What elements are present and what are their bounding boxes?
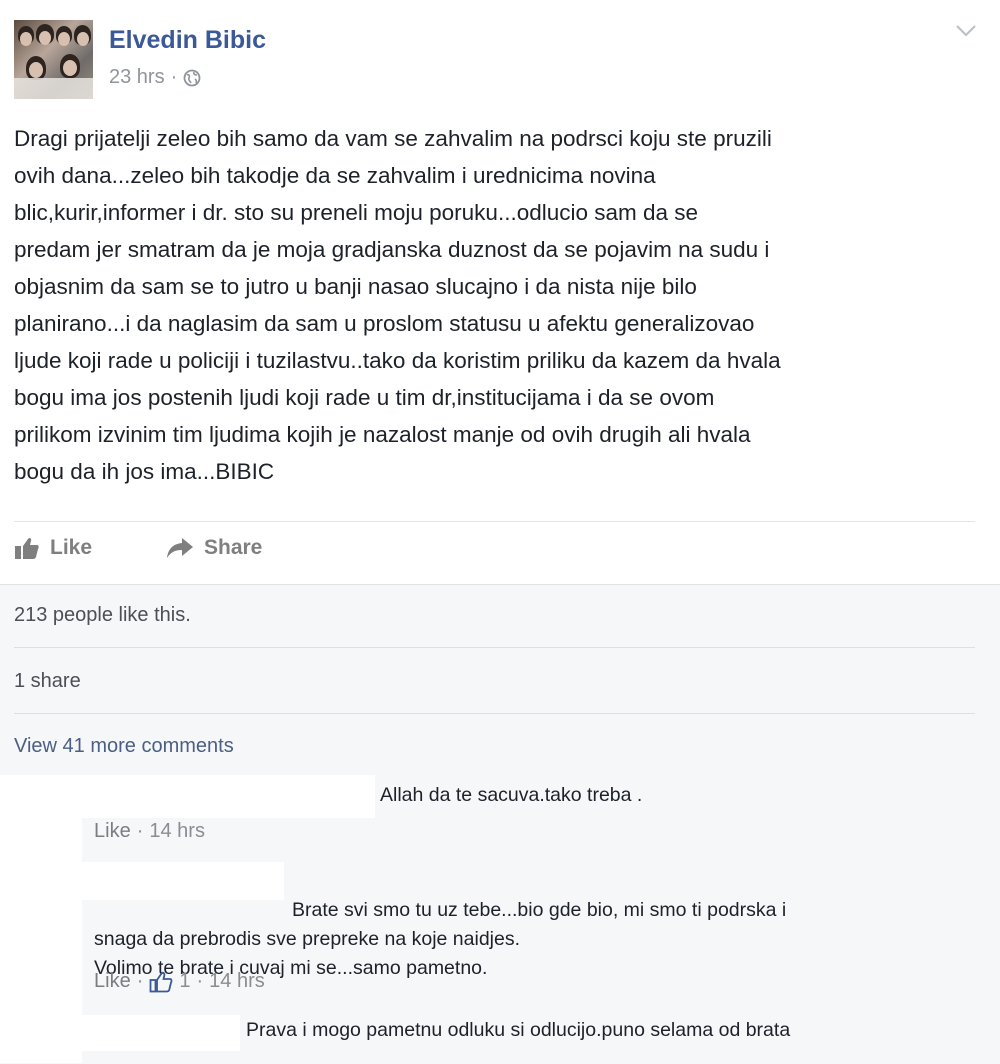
chevron-down-icon[interactable] — [955, 24, 977, 38]
post-card: Elvedin Bibic 23 hrs · Dragi prijatelji … — [0, 0, 1000, 584]
meta-separator: · — [136, 970, 144, 992]
comment-time[interactable]: 14 hrs — [149, 820, 205, 843]
author-name[interactable]: Elvedin Bibic — [109, 26, 266, 55]
thumbs-up-icon — [149, 971, 173, 992]
like-count[interactable]: 213 people like this. — [14, 604, 191, 627]
comment-like-link[interactable]: Like — [94, 970, 131, 993]
comment-meta: Like · 1 · 14 hrs — [94, 970, 265, 993]
post-meta: 23 hrs · — [109, 66, 201, 89]
comment-meta: Like · 14 hrs — [94, 820, 205, 843]
redacted-avatars — [0, 775, 82, 1063]
like-label: Like — [50, 536, 93, 559]
comment-text: Allah da te sacuva.tako treba . — [380, 784, 643, 806]
divider — [14, 713, 975, 714]
thumbs-up-icon — [15, 537, 39, 559]
share-label: Share — [204, 536, 263, 559]
meta-separator: · — [170, 66, 178, 88]
share-button[interactable]: Share — [166, 536, 262, 560]
like-button[interactable]: Like — [14, 536, 92, 560]
meta-separator: · — [136, 820, 144, 842]
redacted-commenter — [82, 1015, 240, 1051]
comment-like-count[interactable]: 1 — [179, 970, 190, 993]
author-avatar[interactable] — [14, 20, 93, 99]
meta-separator: · — [196, 970, 204, 992]
divider — [14, 521, 975, 522]
comment-text: Prava i mogo pametnu odluku si odlucijo.… — [246, 1019, 791, 1041]
divider — [14, 647, 975, 648]
share-arrow-icon — [167, 538, 193, 558]
post-time[interactable]: 23 hrs — [109, 66, 165, 89]
view-more-comments-link[interactable]: View 41 more comments — [14, 735, 234, 758]
share-count[interactable]: 1 share — [14, 670, 81, 693]
comment-like-link[interactable]: Like — [94, 820, 131, 843]
globe-icon — [183, 69, 201, 86]
post-body: Dragi prijatelji zeleo bih samo da vam s… — [14, 126, 781, 484]
comment-time[interactable]: 14 hrs — [209, 970, 265, 993]
